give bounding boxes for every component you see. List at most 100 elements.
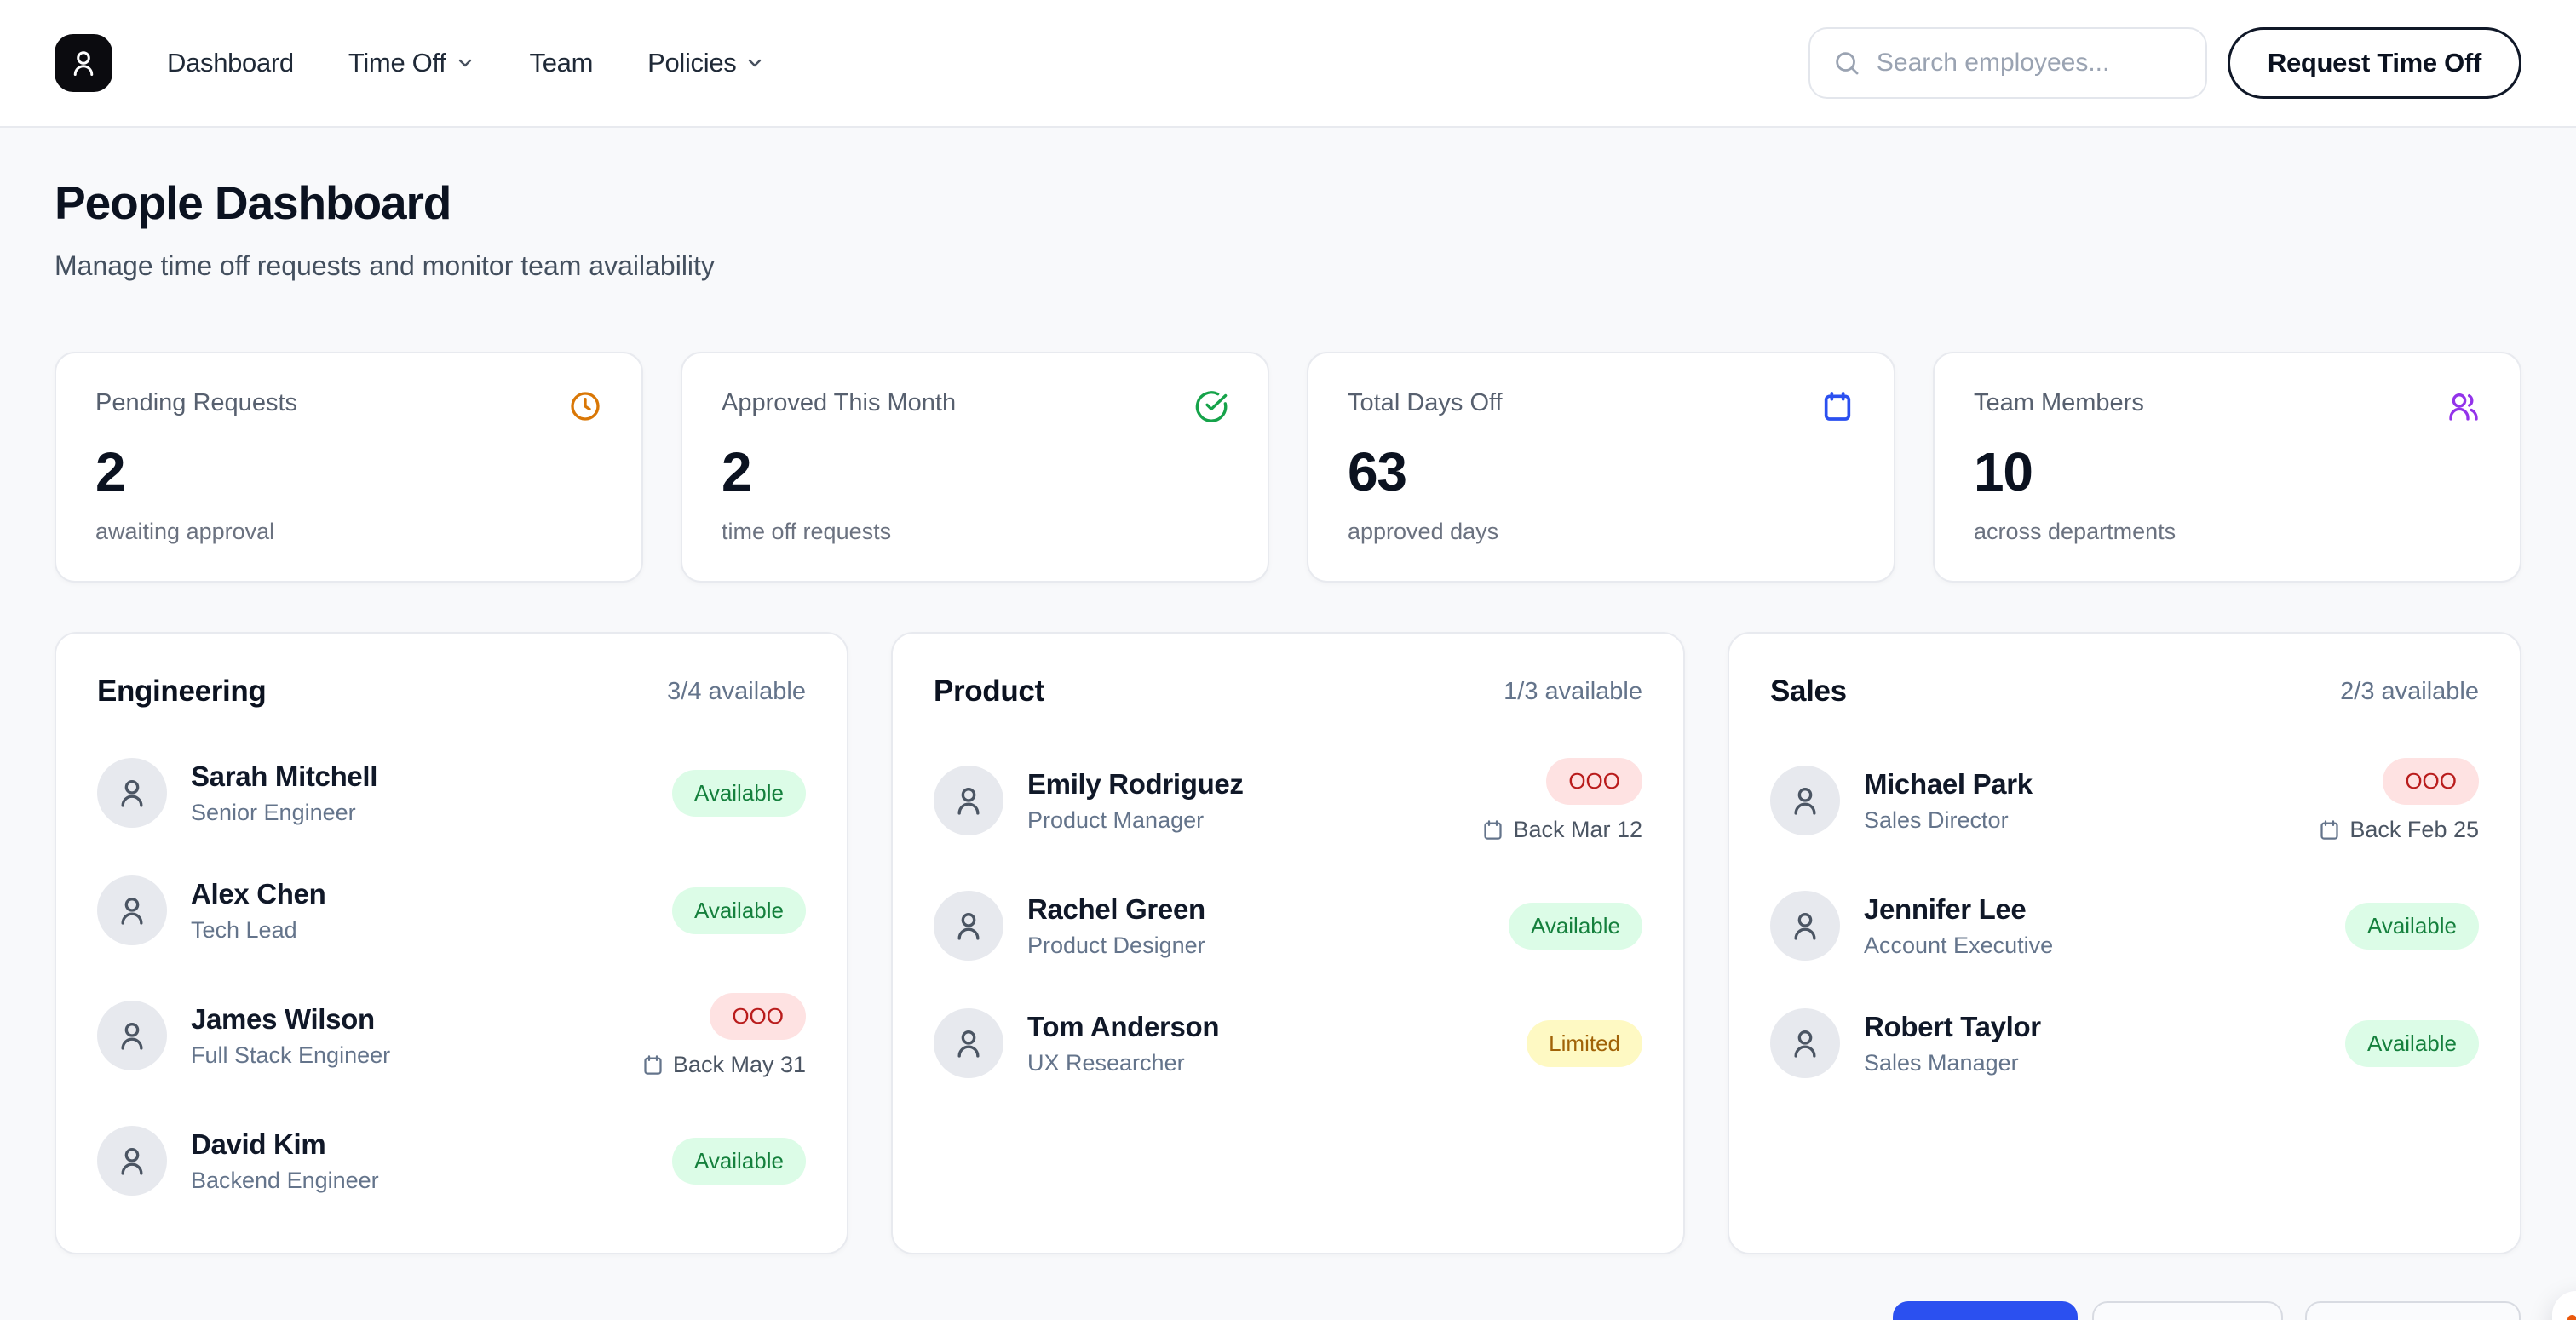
stat-card-team-members: Team Members 10 across departments xyxy=(1933,352,2521,583)
member-row-jennifer-lee: Jennifer Lee Account Executive Available xyxy=(1770,891,2479,961)
request-time-off-button[interactable]: Request Time Off xyxy=(2228,27,2521,99)
nav-policies[interactable]: Policies xyxy=(647,48,765,78)
search-box xyxy=(1808,27,2207,99)
user-icon xyxy=(1788,783,1822,818)
avatar xyxy=(1770,891,1840,961)
stat-value: 2 xyxy=(722,440,1228,503)
dept-card-engineering: Engineering 3/4 available Sarah Mitchell… xyxy=(55,632,848,1254)
member-row-david-kim: David Kim Backend Engineer Available xyxy=(97,1126,806,1196)
back-date-label: Back May 31 xyxy=(673,1052,806,1078)
user-icon xyxy=(68,48,99,78)
nav-dashboard[interactable]: Dashboard xyxy=(167,48,294,78)
status-badge: OOO xyxy=(710,993,806,1040)
user-icon xyxy=(1788,1026,1822,1060)
status-badge: Available xyxy=(672,1138,806,1185)
member-role: Tech Lead xyxy=(191,917,325,944)
notification-dot xyxy=(2567,1315,2576,1320)
avatar xyxy=(934,766,1003,835)
avatar xyxy=(1770,1008,1840,1078)
stat-card-total-days-off: Total Days Off 63 approved days xyxy=(1307,352,1895,583)
member-row-michael-park: Michael Park Sales Director OOO Back Feb… xyxy=(1770,758,2479,843)
member-name: Jennifer Lee xyxy=(1864,893,2053,926)
user-icon xyxy=(952,1026,986,1060)
secondary-action-button-cutoff[interactable] xyxy=(2092,1301,2283,1320)
member-row-james-wilson: James Wilson Full Stack Engineer OOO Bac… xyxy=(97,993,806,1078)
search-input[interactable] xyxy=(1877,49,2205,77)
user-icon xyxy=(952,783,986,818)
avatar xyxy=(97,1001,167,1070)
stat-value: 63 xyxy=(1348,440,1854,503)
status-badge: Limited xyxy=(1527,1020,1642,1067)
avatar xyxy=(1770,766,1840,835)
member-name: Sarah Mitchell xyxy=(191,760,377,793)
stat-card-pending-requests: Pending Requests 2 awaiting approval xyxy=(55,352,643,583)
calendar-icon xyxy=(2318,818,2341,841)
nav-time-off[interactable]: Time Off xyxy=(348,48,475,78)
chevron-down-icon xyxy=(455,53,475,73)
page-subtitle: Manage time off requests and monitor tea… xyxy=(55,250,2521,282)
main-nav: Dashboard Time Off Team Policies xyxy=(167,48,765,78)
member-role: Backend Engineer xyxy=(191,1168,379,1194)
status-badge: Available xyxy=(672,887,806,934)
nav-dashboard-label: Dashboard xyxy=(167,48,294,78)
stat-sublabel: approved days xyxy=(1348,519,1854,545)
stat-label: Team Members xyxy=(1974,389,2144,417)
user-icon xyxy=(115,776,149,810)
nav-team-label: Team xyxy=(530,48,594,78)
dept-availability: 1/3 available xyxy=(1504,678,1642,706)
member-role: Account Executive xyxy=(1864,933,2053,959)
stat-card-approved-this-month: Approved This Month 2 time off requests xyxy=(681,352,1269,583)
departments-row: Engineering 3/4 available Sarah Mitchell… xyxy=(55,632,2521,1254)
stat-sublabel: time off requests xyxy=(722,519,1228,545)
stats-row: Pending Requests 2 awaiting approval App… xyxy=(55,352,2521,583)
member-role: Product Designer xyxy=(1027,933,1205,959)
stat-value: 2 xyxy=(95,440,602,503)
dept-availability: 2/3 available xyxy=(2340,678,2479,706)
member-name: Robert Taylor xyxy=(1864,1011,2041,1043)
nav-policies-label: Policies xyxy=(647,48,736,78)
chevron-down-icon xyxy=(745,53,765,73)
stat-label: Pending Requests xyxy=(95,389,297,417)
corner-widget-cutoff[interactable] xyxy=(2552,1291,2576,1320)
dept-name: Engineering xyxy=(97,674,266,709)
tertiary-action-button-cutoff[interactable] xyxy=(2305,1301,2521,1320)
stat-sublabel: across departments xyxy=(1974,519,2481,545)
app-logo[interactable] xyxy=(55,34,112,92)
main-content: People Dashboard Manage time off request… xyxy=(0,128,2576,1254)
page-title: People Dashboard xyxy=(55,175,2521,230)
calendar-icon xyxy=(1481,818,1504,841)
stat-value: 10 xyxy=(1974,440,2481,503)
member-row-alex-chen: Alex Chen Tech Lead Available xyxy=(97,875,806,945)
member-row-rachel-green: Rachel Green Product Designer Available xyxy=(934,891,1642,961)
member-name: Rachel Green xyxy=(1027,893,1205,926)
member-row-tom-anderson: Tom Anderson UX Researcher Limited xyxy=(934,1008,1642,1078)
user-icon xyxy=(115,893,149,927)
primary-action-button-cutoff[interactable] xyxy=(1893,1301,2078,1320)
dept-name: Sales xyxy=(1770,674,1847,709)
member-name: James Wilson xyxy=(191,1003,390,1036)
status-badge: OOO xyxy=(2383,758,2479,805)
status-badge: Available xyxy=(2345,903,2479,950)
member-role: Product Manager xyxy=(1027,807,1244,834)
dept-card-sales: Sales 2/3 available Michael Park Sales D… xyxy=(1728,632,2521,1254)
stat-sublabel: awaiting approval xyxy=(95,519,602,545)
back-date-label: Back Feb 25 xyxy=(2349,817,2479,843)
member-role: Senior Engineer xyxy=(191,800,377,826)
member-role: Sales Manager xyxy=(1864,1050,2041,1076)
check-circle-icon xyxy=(1194,389,1228,423)
avatar xyxy=(934,1008,1003,1078)
member-role: Sales Director xyxy=(1864,807,2033,834)
status-badge: Available xyxy=(1509,903,1642,950)
member-name: Alex Chen xyxy=(191,878,325,910)
top-nav-bar: Dashboard Time Off Team Policies Request… xyxy=(0,0,2576,128)
member-name: David Kim xyxy=(191,1128,379,1161)
back-date: Back Mar 12 xyxy=(1481,817,1642,843)
back-date-label: Back Mar 12 xyxy=(1513,817,1642,843)
user-icon xyxy=(1788,909,1822,943)
avatar xyxy=(97,758,167,828)
avatar xyxy=(97,875,167,945)
member-name: Tom Anderson xyxy=(1027,1011,1219,1043)
nav-team[interactable]: Team xyxy=(530,48,594,78)
member-name: Michael Park xyxy=(1864,768,2033,801)
avatar xyxy=(97,1126,167,1196)
